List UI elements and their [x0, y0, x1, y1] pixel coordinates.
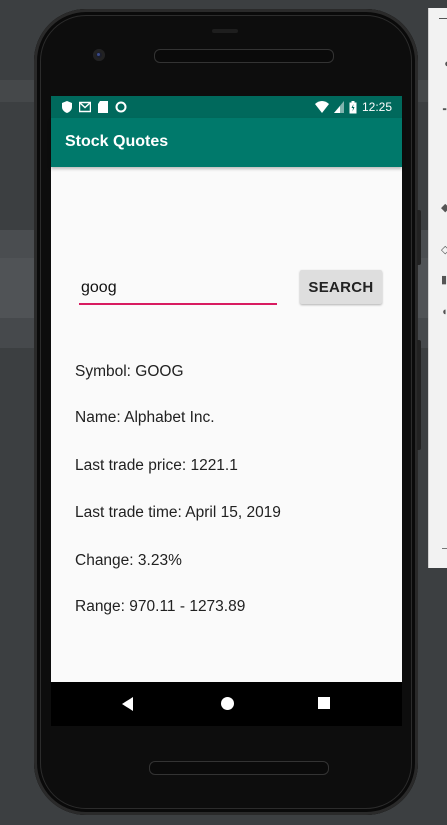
- last-trade-time-text: Last trade time: April 15, 2019: [75, 504, 281, 521]
- symbol-text: Symbol: GOOG: [75, 363, 184, 380]
- app-title: Stock Quotes: [65, 133, 169, 150]
- wifi-icon: [314, 101, 329, 113]
- signal-icon: [333, 101, 344, 113]
- top-sensor: [212, 29, 238, 33]
- back-icon[interactable]: [122, 697, 133, 711]
- search-button[interactable]: SEARCH: [300, 270, 382, 304]
- app-bar: Stock Quotes: [51, 118, 402, 167]
- zoom-icon[interactable]: ◖: [441, 307, 447, 318]
- minimize-icon[interactable]: [439, 18, 447, 19]
- phone-chin: [51, 726, 402, 742]
- volume-side-button: [417, 340, 421, 450]
- sd-card-icon: [98, 101, 108, 113]
- status-bar: 12:25: [51, 96, 402, 118]
- power-side-button: [417, 210, 421, 265]
- bottom-speaker: [149, 761, 329, 775]
- name-text: Name: Alphabet Inc.: [75, 409, 215, 426]
- shield-icon: [62, 101, 72, 113]
- range-text: Range: 970.11 - 1273.89: [75, 598, 246, 615]
- gmail-icon: [79, 101, 91, 113]
- rotate-left-icon[interactable]: ◆: [441, 203, 447, 214]
- dot-icon: [115, 101, 127, 113]
- status-right-icons: 12:25: [314, 99, 392, 115]
- status-left-icons: [61, 99, 127, 115]
- recents-icon[interactable]: [318, 697, 330, 709]
- change-text: Change: 3.23%: [75, 552, 182, 569]
- battery-icon: [349, 100, 357, 113]
- screenshot-icon[interactable]: ▮: [441, 275, 447, 286]
- last-trade-price-text: Last trade price: 1221.1: [75, 457, 238, 474]
- power-icon[interactable]: ◖: [443, 59, 447, 70]
- main-content: SEARCH Symbol: GOOG Name: Alphabet Inc. …: [51, 167, 402, 682]
- home-icon[interactable]: [221, 697, 234, 710]
- symbol-input[interactable]: [79, 273, 277, 305]
- more-icon[interactable]: [442, 548, 447, 549]
- rotate-right-icon[interactable]: ◇: [441, 245, 447, 256]
- emulator-toolbar: ◖ ╸ ◆ ◇ ▮ ◖: [428, 8, 447, 568]
- top-speaker: [154, 49, 334, 63]
- volume-up-icon[interactable]: ╸: [443, 105, 447, 116]
- front-camera-icon: [93, 49, 105, 61]
- status-time: 12:25: [361, 100, 392, 114]
- navigation-bar: [51, 682, 402, 726]
